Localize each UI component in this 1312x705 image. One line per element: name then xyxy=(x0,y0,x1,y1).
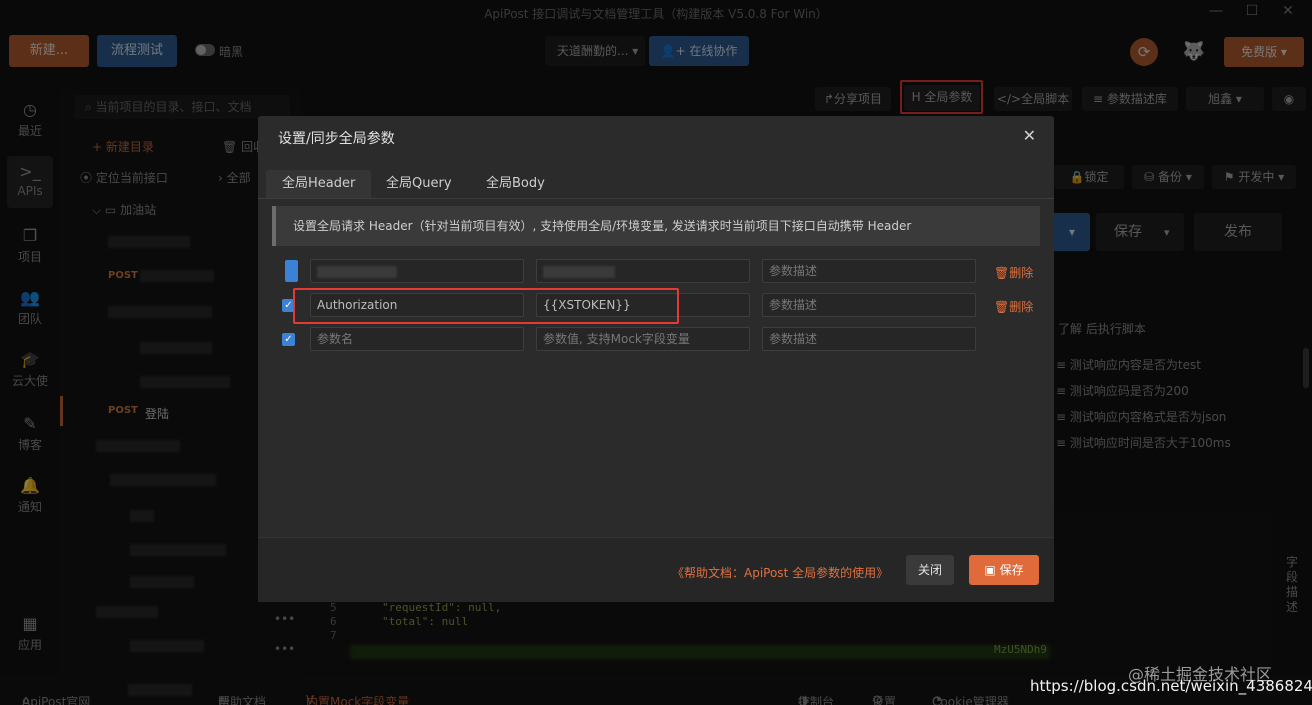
dialog-footer: 《帮助文档：ApiPost 全局参数的使用》 关闭 ▣ 保存 xyxy=(258,537,1054,602)
tab-global-query[interactable]: 全局Query xyxy=(370,170,468,198)
row-checkbox[interactable]: ✓ xyxy=(282,333,295,346)
highlight-authorization-row xyxy=(293,288,679,324)
save-button[interactable]: ▣ 保存 xyxy=(969,555,1039,585)
global-params-dialog: 设置/同步全局参数 ✕ 全局Header 全局Query 全局Body 设置全局… xyxy=(258,116,1054,602)
trash-icon: 🗑 xyxy=(994,300,1010,314)
tab-bar: 全局Header 全局Query 全局Body xyxy=(258,170,1054,198)
param-desc-input[interactable]: 参数描述 xyxy=(762,327,976,351)
tab-global-body[interactable]: 全局Body xyxy=(470,170,561,198)
close-icon[interactable]: ✕ xyxy=(1023,126,1036,145)
param-name-input[interactable] xyxy=(310,259,524,283)
param-value-input[interactable] xyxy=(536,259,750,283)
trash-icon: 🗑 xyxy=(994,266,1010,280)
blurred-value xyxy=(543,265,615,278)
dialog-title: 设置/同步全局参数 xyxy=(278,131,395,147)
blurred-value xyxy=(317,265,397,278)
save-icon: ▣ xyxy=(984,563,1000,577)
help-doc-link[interactable]: 《帮助文档：ApiPost 全局参数的使用》 xyxy=(672,564,888,581)
row-checkbox[interactable] xyxy=(285,260,298,282)
tab-divider xyxy=(258,198,1054,199)
param-value-input[interactable]: 参数值, 支持Mock字段变量 xyxy=(536,327,750,351)
delete-label: 删除 xyxy=(1009,266,1034,280)
param-desc-input[interactable]: 参数描述 xyxy=(762,259,976,283)
info-hint: 设置全局请求 Header（针对当前项目有效）, 支持使用全局/环境变量, 发送… xyxy=(272,206,1040,246)
source-url: https://blog.csdn.net/weixin_43868242 xyxy=(1030,677,1312,695)
delete-button[interactable]: 🗑删除 xyxy=(994,264,1033,281)
delete-label: 删除 xyxy=(1009,300,1034,314)
param-desc-input[interactable]: 参数描述 xyxy=(762,293,976,317)
save-label: 保存 xyxy=(999,563,1024,577)
delete-button[interactable]: 🗑删除 xyxy=(994,298,1033,315)
param-name-input[interactable]: 参数名 xyxy=(310,327,524,351)
tab-global-header[interactable]: 全局Header xyxy=(266,170,372,198)
close-button[interactable]: 关闭 xyxy=(906,555,954,585)
